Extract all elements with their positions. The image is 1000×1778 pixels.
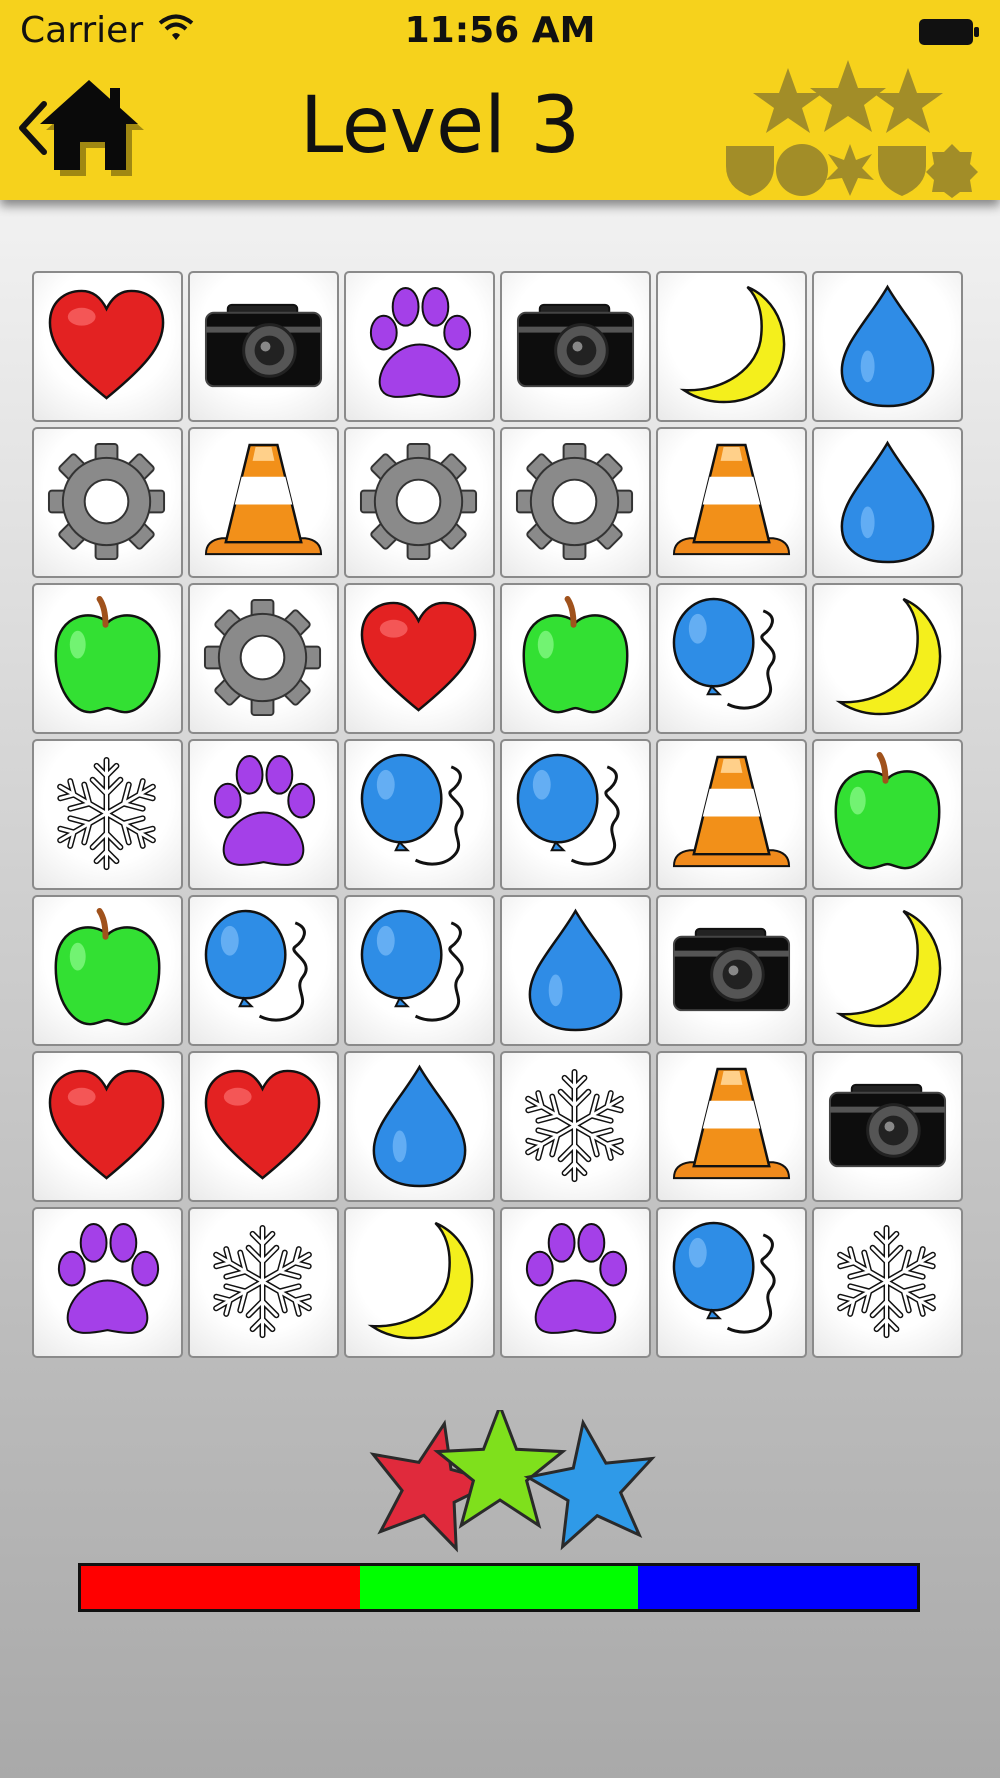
camera-icon [516,303,635,388]
tile-gear[interactable] [188,583,339,734]
tile-paw[interactable] [344,271,495,422]
tile-cone[interactable] [656,1051,807,1202]
balloon-icon [672,597,776,710]
paw-icon [369,286,472,398]
tile-drop[interactable] [344,1051,495,1202]
tile-drop[interactable] [812,271,963,422]
moon-icon [679,285,786,404]
gear-icon [47,442,166,561]
tile-cone[interactable] [656,427,807,578]
tile-snowflake[interactable] [500,1051,651,1202]
tile-heart[interactable] [32,1051,183,1202]
camera-icon [672,927,791,1012]
cone-icon [204,443,323,556]
balloon-icon [516,753,620,866]
balloon-icon [672,1221,776,1334]
level-title: Level 3 [299,81,581,171]
paw-icon [213,754,316,866]
heart-icon [48,289,165,400]
tile-snowflake[interactable] [188,1207,339,1358]
apple-icon [522,595,629,714]
gear-icon [203,598,322,717]
paw-icon [525,1222,628,1334]
tile-paw[interactable] [32,1207,183,1358]
progress-segment-1 [81,1566,360,1609]
paw-icon [57,1222,160,1334]
tile-apple[interactable] [32,583,183,734]
tile-gear[interactable] [32,427,183,578]
apple-icon [54,907,161,1026]
header-bar: Carrier 11:56 AM Level 3 [0,0,1000,200]
progress-bar [78,1563,920,1612]
camera-icon [828,1083,947,1168]
tile-balloon[interactable] [500,739,651,890]
moon-icon [367,1221,474,1340]
cone-icon [672,443,791,556]
apple-icon [54,595,161,714]
tile-paw[interactable] [188,739,339,890]
drop-icon [372,1064,467,1188]
collected-shapes-icon[interactable] [718,58,980,198]
tile-heart[interactable] [32,271,183,422]
tile-moon[interactable] [344,1207,495,1358]
tile-balloon[interactable] [344,895,495,1046]
tile-apple[interactable] [500,583,651,734]
tile-gear[interactable] [500,427,651,578]
snowflake-icon [824,1224,951,1346]
tile-snowflake[interactable] [32,739,183,890]
cone-icon [672,755,791,868]
tile-balloon[interactable] [344,739,495,890]
snowflake-icon [44,756,171,878]
tile-drop[interactable] [500,895,651,1046]
game-board [32,271,970,1364]
status-bar: Carrier 11:56 AM [0,0,1000,66]
balloon-icon [360,909,464,1022]
tile-gear[interactable] [344,427,495,578]
heart-icon [48,1069,165,1180]
tile-moon[interactable] [812,895,963,1046]
tile-paw[interactable] [500,1207,651,1358]
snowflake-icon [200,1224,327,1346]
tile-apple[interactable] [32,895,183,1046]
drop-icon [840,284,935,408]
snowflake-icon [512,1068,639,1190]
tile-snowflake[interactable] [812,1207,963,1358]
gear-icon [515,442,634,561]
balloon-icon [360,753,464,866]
tile-balloon[interactable] [188,895,339,1046]
tile-apple[interactable] [812,739,963,890]
tile-camera[interactable] [656,895,807,1046]
tile-balloon[interactable] [656,1207,807,1358]
green-star [433,1410,567,1529]
tile-camera[interactable] [500,271,651,422]
heart-icon [204,1069,321,1180]
tile-cone[interactable] [656,739,807,890]
tile-cone[interactable] [188,427,339,578]
progress-segment-2 [359,1566,639,1609]
heart-icon [360,601,477,712]
tile-moon[interactable] [812,583,963,734]
moon-icon [835,909,942,1028]
progress-segment-3 [638,1566,917,1609]
balloon-icon [204,909,308,1022]
tile-drop[interactable] [812,427,963,578]
moon-icon [835,597,942,716]
camera-icon [204,303,323,388]
drop-icon [528,908,623,1032]
gear-icon [359,442,478,561]
tile-balloon[interactable] [656,583,807,734]
tile-heart[interactable] [344,583,495,734]
home-back-icon[interactable] [14,66,152,186]
cone-icon [672,1067,791,1180]
blue-star [523,1418,656,1551]
drop-icon [840,440,935,564]
tile-camera[interactable] [812,1051,963,1202]
tile-heart[interactable] [188,1051,339,1202]
star-rating [369,1410,656,1553]
tile-moon[interactable] [656,271,807,422]
apple-icon [834,751,941,870]
battery-icon [919,19,979,45]
clock-label: 11:56 AM [404,10,596,51]
tile-camera[interactable] [188,271,339,422]
